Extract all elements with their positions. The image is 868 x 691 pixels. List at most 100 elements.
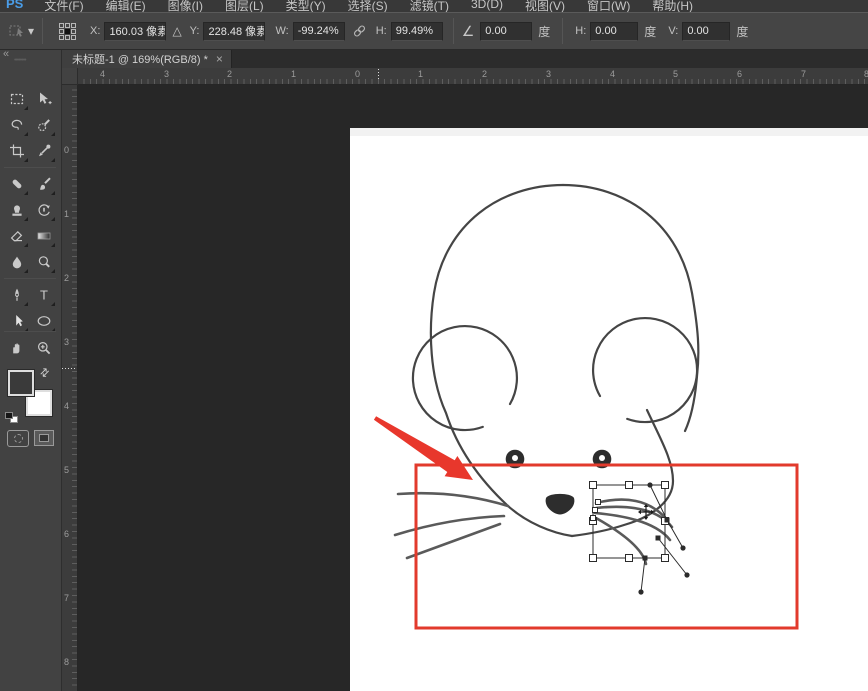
brush-tool[interactable]: [31, 171, 57, 197]
gradient-tool[interactable]: [31, 223, 57, 249]
ruler-number: 3: [546, 69, 551, 79]
transform-tool-icon: [8, 23, 26, 39]
blur-drop-icon: [9, 254, 25, 270]
ruler-number: 3: [164, 69, 169, 79]
ruler-number: 1: [291, 69, 296, 79]
panel-grip-icon[interactable]: ••••••••: [14, 57, 26, 64]
divider: [4, 331, 56, 332]
clone-stamp-icon: [9, 202, 25, 218]
history-brush-tool[interactable]: [31, 197, 57, 223]
menu-type[interactable]: 类型(Y): [275, 0, 337, 12]
eyedropper-icon: [36, 143, 52, 159]
ruler-number: 2: [64, 273, 69, 283]
menu-help[interactable]: 帮助(H): [641, 0, 704, 12]
dodge-tool[interactable]: [31, 249, 57, 275]
ruler-number: 3: [64, 337, 69, 347]
left-ear: [413, 326, 517, 430]
y-input[interactable]: 228.48 像素: [203, 22, 265, 41]
ruler-number: 4: [610, 69, 615, 79]
relative-position-icon[interactable]: △: [172, 24, 181, 38]
hand-tool[interactable]: [4, 335, 30, 361]
default-colors-icon[interactable]: [5, 412, 19, 423]
pen-icon: [9, 287, 25, 303]
pen-tool[interactable]: [4, 282, 30, 308]
menu-layer[interactable]: 图层(L): [214, 0, 275, 12]
ellipse-icon: [36, 313, 52, 329]
separator: [562, 18, 563, 44]
x-input[interactable]: 160.03 像素: [104, 22, 166, 41]
separator: [42, 18, 43, 44]
menu-file[interactable]: 文件(F): [33, 0, 94, 12]
angle-input[interactable]: 0.00: [480, 22, 532, 41]
screen-mode-button[interactable]: [34, 430, 54, 446]
h-input[interactable]: 99.49%: [391, 22, 443, 41]
mouse-nose: [546, 494, 575, 515]
collapse-panel-icon[interactable]: «: [3, 48, 9, 60]
quick-selection-tool[interactable]: [31, 112, 57, 138]
preset-caret-icon: ▾: [28, 24, 34, 38]
menu-3d[interactable]: 3D(D): [460, 0, 514, 11]
menu-select[interactable]: 选择(S): [337, 0, 399, 12]
ruler-number: 5: [673, 69, 678, 79]
lasso-tool[interactable]: [4, 112, 30, 138]
menu-filter[interactable]: 滤镜(T): [399, 0, 460, 12]
gradient-icon: [36, 228, 52, 244]
ps-logo: PS: [6, 0, 23, 11]
menu-edit[interactable]: 编辑(E): [95, 0, 157, 12]
eraser-icon: [9, 228, 25, 244]
divider: [4, 278, 56, 279]
horizontal-ruler[interactable]: 4321012345678: [78, 68, 868, 85]
screen-mode-icon: [39, 434, 49, 442]
ruler-number: 7: [801, 69, 806, 79]
spot-healing-brush-tool[interactable]: [4, 171, 30, 197]
eyedropper-tool[interactable]: [31, 138, 57, 164]
eraser-tool[interactable]: [4, 223, 30, 249]
menu-window[interactable]: 窗口(W): [576, 0, 641, 12]
document-canvas[interactable]: [350, 128, 868, 691]
separator: [453, 18, 454, 44]
h-skew-unit: 度: [644, 23, 656, 40]
canvas-artwork[interactable]: [350, 128, 868, 691]
ruler-number: 0: [355, 69, 360, 79]
tool-preset-picker[interactable]: ▾: [8, 23, 36, 39]
path-selection-icon: [9, 313, 25, 329]
h-skew-input[interactable]: 0.00: [590, 22, 638, 41]
quick-selection-icon: [36, 117, 52, 133]
angle-unit: 度: [538, 23, 550, 40]
rectangular-marquee-tool[interactable]: [4, 86, 30, 112]
mouse-drawing: [413, 185, 698, 536]
brush-icon: [36, 176, 52, 192]
menu-view[interactable]: 视图(V): [514, 0, 576, 12]
red-annotation-arrow: [374, 416, 473, 480]
menu-image[interactable]: 图像(I): [157, 0, 214, 12]
document-title: 未标题-1 @ 169%(RGB/8) *: [72, 51, 208, 67]
h-skew-label: H:: [575, 25, 586, 37]
document-tab[interactable]: 未标题-1 @ 169%(RGB/8) * ×: [62, 50, 232, 68]
w-input[interactable]: -99.24%: [293, 22, 345, 41]
ruler-number: 2: [482, 69, 487, 79]
quick-mask-button[interactable]: [7, 430, 29, 447]
y-label: Y:: [190, 25, 200, 37]
crop-tool[interactable]: [4, 138, 30, 164]
link-dimensions-icon[interactable]: [352, 24, 367, 38]
ruler-number: 1: [64, 209, 69, 219]
document-tab-bar: 未标题-1 @ 169%(RGB/8) * ×: [62, 50, 868, 68]
ruler-corner[interactable]: [62, 68, 78, 85]
type-tool[interactable]: T: [31, 282, 57, 308]
vertical-ruler[interactable]: 012345678: [62, 85, 78, 691]
reference-point-locator[interactable]: [59, 23, 76, 40]
transform-controls[interactable]: [590, 482, 690, 595]
move-icon: [36, 91, 52, 107]
close-tab-icon[interactable]: ×: [216, 54, 223, 64]
blur-tool[interactable]: [4, 249, 30, 275]
v-skew-unit: 度: [736, 23, 748, 40]
swap-colors-icon[interactable]: ⇄: [37, 365, 53, 381]
w-label: W:: [275, 25, 288, 37]
clone-stamp-tool[interactable]: [4, 197, 30, 223]
move-tool[interactable]: [31, 86, 57, 112]
divider: [4, 167, 56, 168]
v-skew-input[interactable]: 0.00: [682, 22, 730, 41]
pasteboard[interactable]: [78, 85, 868, 691]
foreground-color-swatch[interactable]: [8, 370, 34, 396]
zoom-tool[interactable]: [31, 335, 57, 361]
